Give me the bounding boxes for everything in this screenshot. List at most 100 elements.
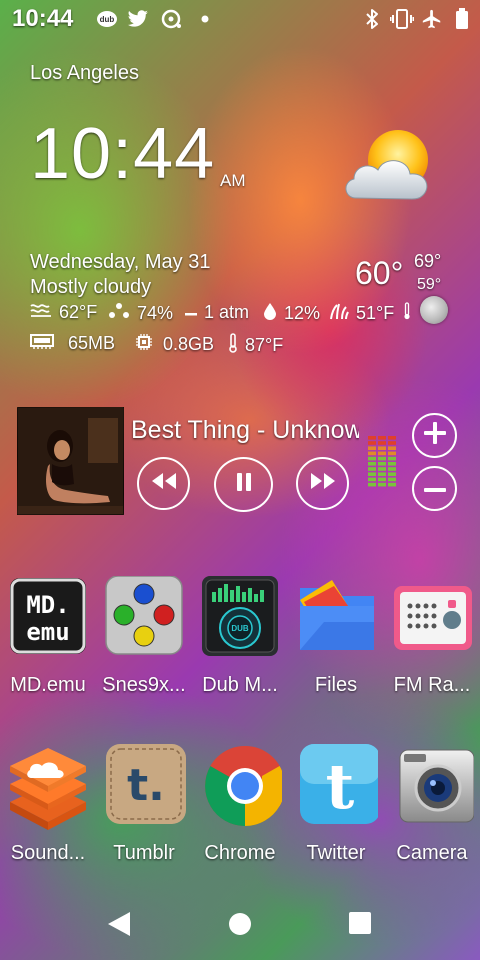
low-temperature: 59° [417, 276, 442, 293]
vibrate-icon [390, 8, 414, 30]
pressure-dash-icon [185, 304, 197, 322]
app-fm-radio[interactable]: FM Ra... [384, 576, 480, 696]
minus-icon [423, 480, 447, 498]
pause-icon [234, 471, 254, 498]
track-title: Best Thing - Unknown [131, 416, 359, 444]
battery-icon [450, 8, 474, 30]
equalizer-segment [378, 467, 386, 471]
airplane-icon [420, 8, 444, 30]
home-icon [228, 913, 252, 940]
fm-radio-icon [390, 576, 474, 660]
recents-button[interactable] [349, 912, 371, 934]
media-icon [160, 8, 184, 30]
tumblr-icon: t. [102, 744, 186, 828]
app-chrome[interactable]: Chrome [192, 744, 288, 864]
app-label: Camera [396, 842, 468, 864]
svg-text:t.: t. [127, 760, 165, 811]
equalizer-segment [378, 436, 386, 440]
volume-up-button[interactable] [412, 413, 457, 458]
equalizer-segment [378, 482, 386, 487]
raindrop-icon [263, 302, 277, 325]
home-button[interactable] [228, 912, 252, 936]
app-files[interactable]: Files [288, 576, 384, 696]
grass-icon [329, 302, 349, 325]
date-label: Wednesday, May 31 [30, 251, 211, 273]
album-art[interactable] [17, 407, 124, 515]
storage-stat: 0.8GB [135, 333, 214, 356]
app-camera[interactable]: Camera [384, 744, 480, 864]
equalizer-segment [368, 467, 376, 471]
current-temperature: 60° [355, 255, 404, 291]
dub-music-icon: DUB [198, 576, 282, 660]
equalizer-segment [388, 446, 396, 450]
app-label: Twitter [306, 842, 366, 864]
thermometer-small-icon [403, 302, 411, 320]
app-label: Sound... [10, 842, 86, 864]
moon-phase-icon [420, 296, 448, 324]
app-dub-music[interactable]: DUB Dub M... [192, 576, 288, 696]
equalizer-segment [368, 472, 376, 476]
pause-button[interactable] [214, 457, 273, 512]
app-tumblr[interactable]: t. Tumblr [96, 744, 192, 864]
thermometer-icon [228, 333, 238, 358]
partly-cloudy-icon[interactable] [336, 126, 446, 212]
twitter-icon: t [294, 744, 380, 828]
fog-icon [30, 302, 52, 323]
equalizer-segment [368, 446, 376, 450]
bluetooth-icon [360, 8, 384, 30]
app-md-emu[interactable]: MD. emu MD.emu [0, 576, 96, 696]
rewind-icon [150, 471, 178, 496]
equalizer-segment [368, 477, 376, 482]
pressure-stat: 1 atm [185, 302, 249, 323]
status-time: 10:44 [12, 5, 74, 32]
svg-text:DUB: DUB [231, 624, 249, 633]
equalizer-segment [368, 456, 376, 461]
equalizer-segment [368, 482, 376, 487]
dot-icon [193, 8, 217, 30]
app-label: Files [314, 674, 358, 696]
feels-like-stat: 62°F [30, 302, 97, 323]
equalizer-segment [388, 456, 396, 461]
app-twitter[interactable]: t Twitter [288, 744, 384, 864]
precipitation-stat: 12% [263, 302, 320, 325]
equalizer-segment [388, 467, 396, 471]
equalizer-segment [378, 446, 386, 450]
app-label: Dub M... [202, 674, 278, 696]
chrome-icon [198, 744, 285, 828]
equalizer-segment [378, 456, 386, 461]
fast-forward-icon [309, 471, 337, 496]
equalizer-segment [368, 451, 376, 456]
app-label: FM Ra... [393, 674, 471, 696]
equalizer-segment [388, 482, 396, 487]
clock-time[interactable]: 10:44 [30, 118, 215, 190]
svg-text:emu: emu [26, 618, 69, 646]
clock-ampm: AM [220, 171, 246, 190]
back-icon [106, 912, 132, 942]
snes9x-icon [102, 575, 186, 660]
chip-icon [135, 333, 153, 356]
svg-text:t: t [326, 750, 355, 823]
equalizer-segment [388, 436, 396, 440]
app-label: Snes9x... [102, 674, 186, 696]
volume-down-button[interactable] [412, 466, 457, 511]
equalizer-segment [368, 441, 376, 445]
dub-icon: dub [95, 8, 119, 30]
equalizer-segment [378, 477, 386, 482]
equalizer-segment [378, 441, 386, 445]
svg-text:dub: dub [100, 15, 115, 24]
equalizer-segment [368, 436, 376, 440]
fast-forward-button[interactable] [296, 457, 349, 510]
app-snes9x[interactable]: Snes9x... [96, 575, 192, 696]
back-button[interactable] [106, 910, 132, 938]
svg-text:MD.: MD. [26, 591, 69, 619]
equalizer-segment [378, 462, 386, 466]
city-label: Los Angeles [30, 62, 139, 84]
equalizer-segment [378, 472, 386, 476]
rewind-button[interactable] [137, 457, 190, 510]
soundcloud-icon [6, 744, 90, 830]
status-bar: 10:44 dub [0, 0, 480, 40]
high-temperature: 69° [414, 251, 442, 271]
humidity-stat: 74% [108, 302, 173, 325]
twitter-icon [126, 8, 150, 30]
app-soundcloud[interactable]: Sound... [0, 744, 96, 864]
